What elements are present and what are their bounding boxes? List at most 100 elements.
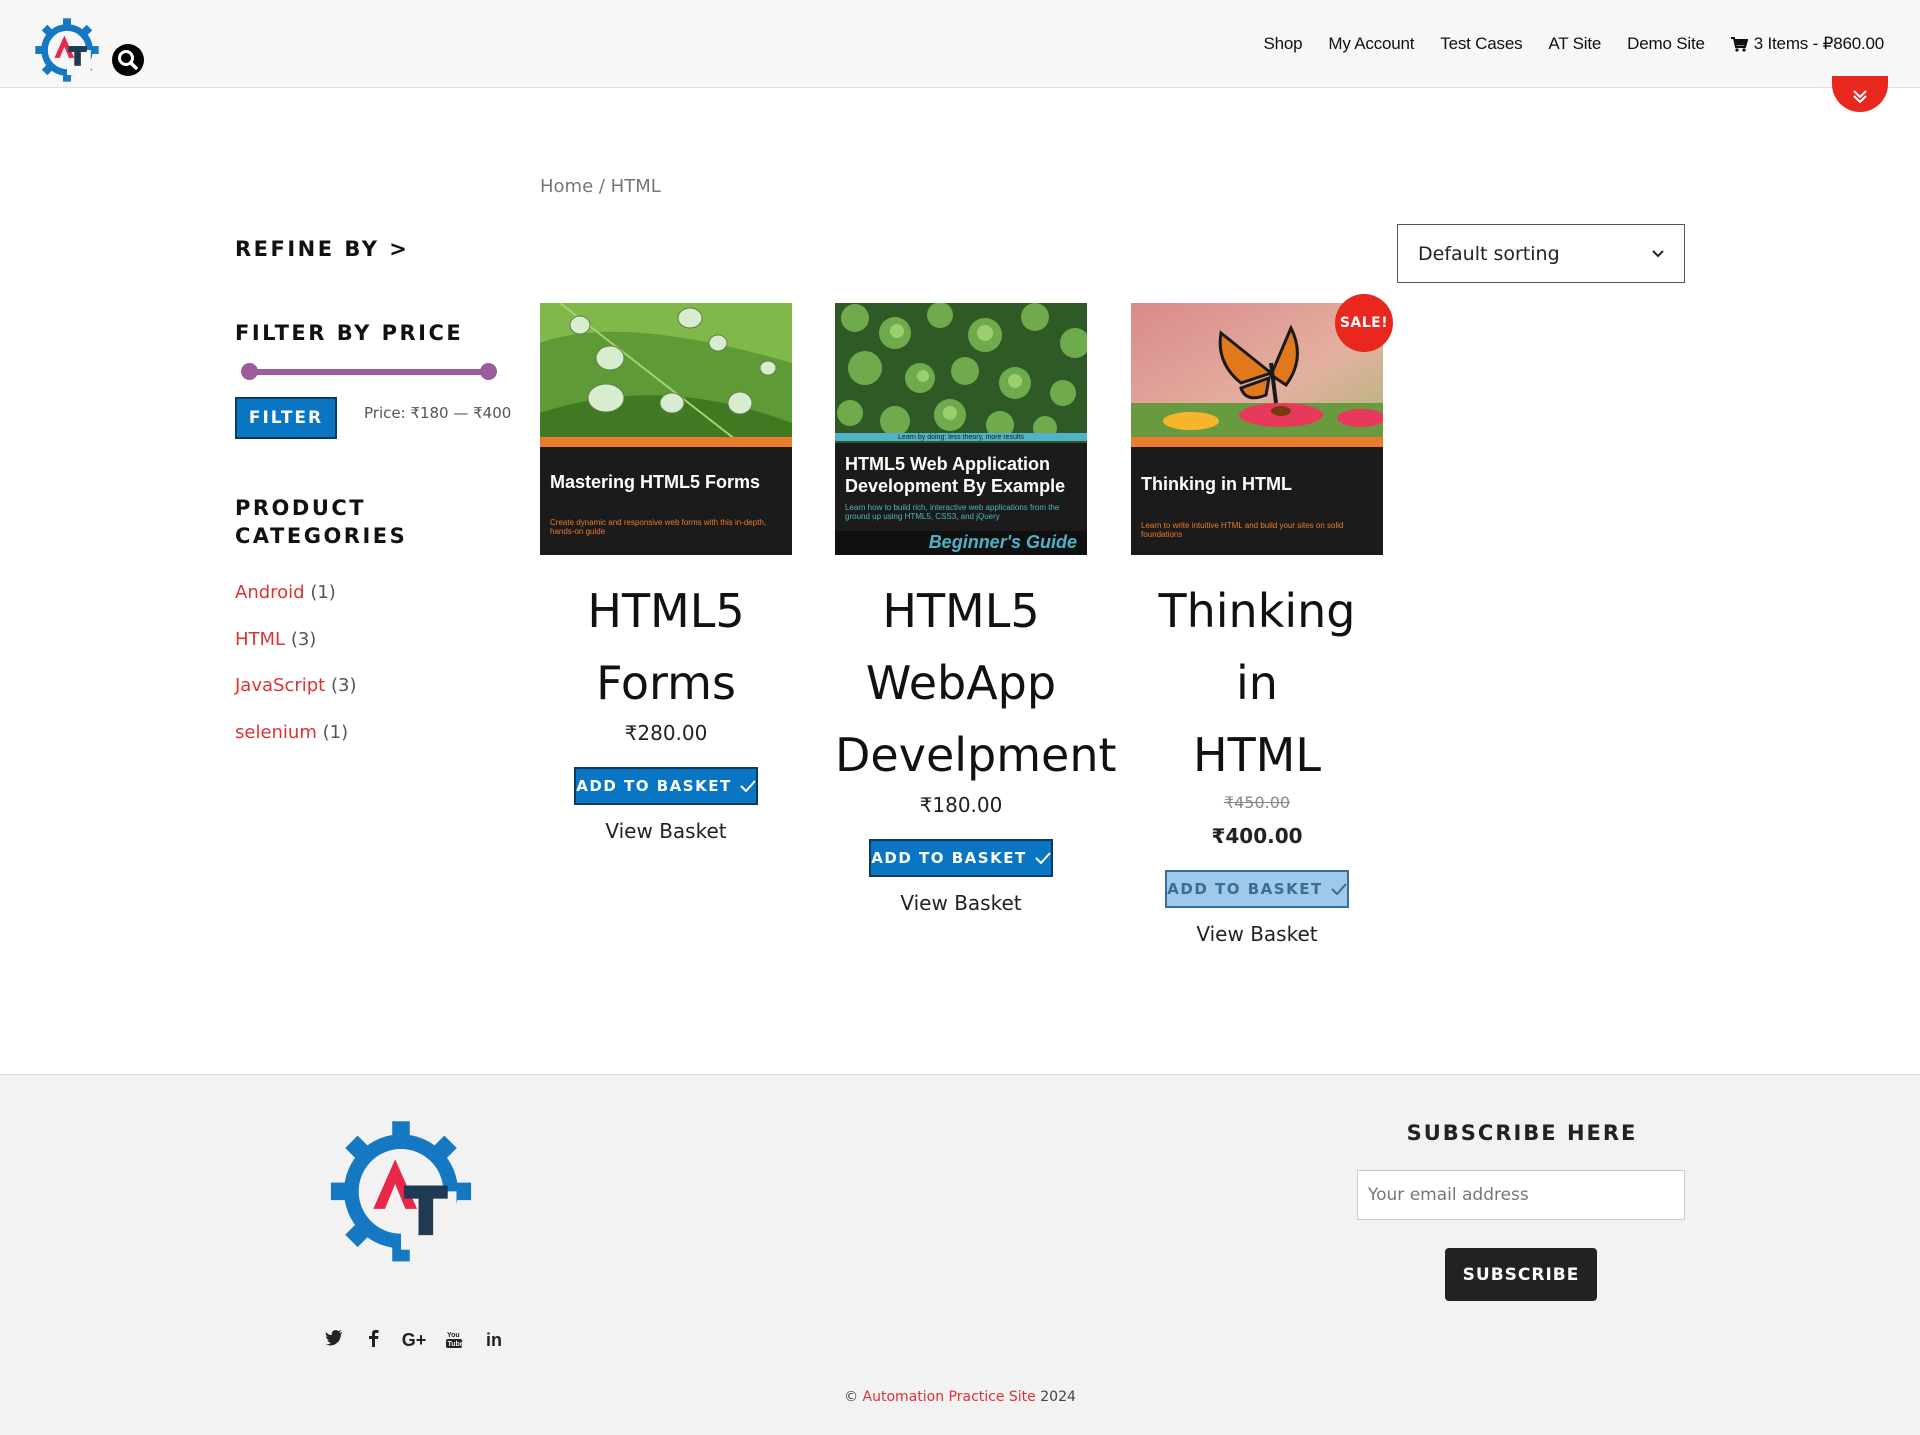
product-title-line: Develpment [835,728,1117,782]
search-button[interactable] [112,44,144,76]
product-title-line: WebApp [865,656,1057,710]
cover-tagline: Learn by doing: less theory, more result… [898,434,1024,441]
category-item: HTML (3) [235,629,356,676]
cover-subtitle: Learn to write intuitive HTML and build … [1141,521,1344,539]
category-count: (3) [290,628,317,650]
add-to-basket-button[interactable]: ADD TO BASKET [869,839,1053,877]
nav-shop[interactable]: Shop [1264,34,1303,54]
product-price: ₹280.00 [624,721,708,745]
svg-text:You: You [447,1332,460,1339]
product-title-line: HTML5 [587,584,745,638]
category-count: (1) [310,582,336,603]
add-to-basket-label: ADD TO BASKET [1167,880,1323,898]
svg-text:Tube: Tube [448,1341,463,1348]
cover-title: Thinking in HTML [1141,474,1292,494]
youtube-icon[interactable]: You Tube [434,1330,474,1353]
copyright-symbol: © [844,1389,859,1405]
category-item: selenium (1) [235,722,356,769]
product-image[interactable]: Learn by doing: less theory, more result… [835,303,1087,555]
cover-title-line: HTML5 Web Application [845,454,1050,474]
water-droplets-photo [540,303,792,443]
cover-title-line: Development By Example [845,476,1066,496]
sale-badge: SALE! [1335,294,1393,352]
cover-title: HTML5 Web Application Development By Exa… [845,453,1065,497]
price-slider-max-handle[interactable] [480,363,497,380]
product-title-line: Thinking in [1158,584,1356,710]
check-icon [739,780,756,792]
product-card: Thinking in HTML Learn to write intuitiv… [1131,294,1393,946]
category-link-javascript[interactable]: JavaScript [235,675,325,696]
price-slider[interactable] [241,363,497,380]
product-title-line: HTML [1192,728,1321,782]
add-to-basket-button[interactable]: ADD TO BASKET [1165,870,1349,908]
copyright-site-link[interactable]: Automation Practice Site [863,1389,1036,1405]
cover-subtitle: Create dynamic and responsive web forms … [550,518,767,536]
product-title[interactable]: HTML5 Forms [540,575,792,719]
category-count: (3) [330,675,357,696]
nav-demo-site[interactable]: Demo Site [1627,34,1705,54]
site-header: Shop My Account Test Cases AT Site Demo … [0,0,1920,88]
category-count: (1) [322,721,349,743]
nav-my-account[interactable]: My Account [1328,34,1414,54]
copyright: © Automation Practice Site 2024 [0,1389,1920,1405]
category-link-selenium[interactable]: selenium [235,722,317,743]
twitter-icon[interactable] [314,1330,354,1353]
google-plus-icon[interactable]: G+ [394,1330,434,1353]
cover-subtitle: Learn how to build rich, interactive web… [845,503,1060,521]
view-basket-link[interactable]: View Basket [1131,922,1383,946]
category-link-html[interactable]: HTML [235,629,285,650]
cover-stripe [1131,437,1383,447]
add-to-basket-label: ADD TO BASKET [871,849,1027,867]
product-old-price: ₹450.00 [1223,793,1291,812]
check-icon [1330,883,1347,895]
scroll-down-button[interactable] [1832,76,1888,112]
price-slider-min-handle[interactable] [241,363,258,380]
breadcrumb-home[interactable]: Home [540,176,593,197]
add-to-basket-label: ADD TO BASKET [576,777,732,795]
facebook-icon[interactable] [354,1330,394,1353]
cover-stripe [540,437,792,447]
refine-by-heading: REFINE BY > [235,237,410,261]
product-title[interactable]: Thinking in HTML [1131,575,1383,791]
filter-by-price-heading: FILTER BY PRICE [235,321,464,345]
product-price: ₹180.00 [919,793,1003,817]
nav-at-site[interactable]: AT Site [1548,34,1601,54]
chevron-down-icon [1652,249,1664,257]
breadcrumb: Home / HTML [540,176,661,197]
subscribe-button[interactable]: SUBSCRIBE [1445,1248,1597,1301]
view-basket-link[interactable]: View Basket [540,819,792,843]
linkedin-icon[interactable]: in [474,1330,514,1353]
product-card: Learn by doing: less theory, more result… [835,303,1117,915]
email-field[interactable] [1357,1170,1685,1220]
category-link-android[interactable]: Android [235,582,305,603]
product-card: Mastering HTML5 Forms Create dynamic and… [540,303,792,843]
product-title-line: Forms [596,656,736,710]
nav-cart[interactable]: 3 Items - ₽860.00 [1730,34,1884,54]
cart-icon [1730,36,1748,52]
product-categories-heading: PRODUCT CATEGORIES [235,494,407,550]
chevron-double-down-icon [1853,90,1867,104]
main-nav: Shop My Account Test Cases AT Site Demo … [1238,34,1885,54]
product-image[interactable]: Mastering HTML5 Forms Create dynamic and… [540,303,792,555]
social-links: G+ You Tube in [314,1330,514,1353]
category-list: Android (1) HTML (3) JavaScript (3) sele… [235,582,356,768]
search-icon [118,50,138,70]
check-icon [1034,852,1051,864]
nav-test-cases[interactable]: Test Cases [1440,34,1522,54]
cover-title: Mastering HTML5 Forms [550,472,761,492]
product-title-line: HTML5 [882,584,1040,638]
breadcrumb-current: HTML [610,176,661,197]
site-logo-icon[interactable] [34,17,100,83]
product-categories-heading-line1: PRODUCT [235,496,367,520]
product-price: ₹400.00 [1211,824,1303,848]
breadcrumb-separator: / [593,176,611,197]
add-to-basket-button[interactable]: ADD TO BASKET [574,767,758,805]
product-categories-heading-line2: CATEGORIES [235,524,408,548]
footer-logo-icon[interactable] [328,1118,474,1272]
subscribe-heading: SUBSCRIBE HERE [1406,1121,1638,1145]
product-title[interactable]: HTML5 WebApp Develpment [835,575,1117,791]
category-item: JavaScript (3) [235,675,356,722]
filter-button[interactable]: FILTER [235,397,337,439]
sorting-select[interactable]: Default sorting [1397,224,1685,283]
view-basket-link[interactable]: View Basket [835,891,1087,915]
